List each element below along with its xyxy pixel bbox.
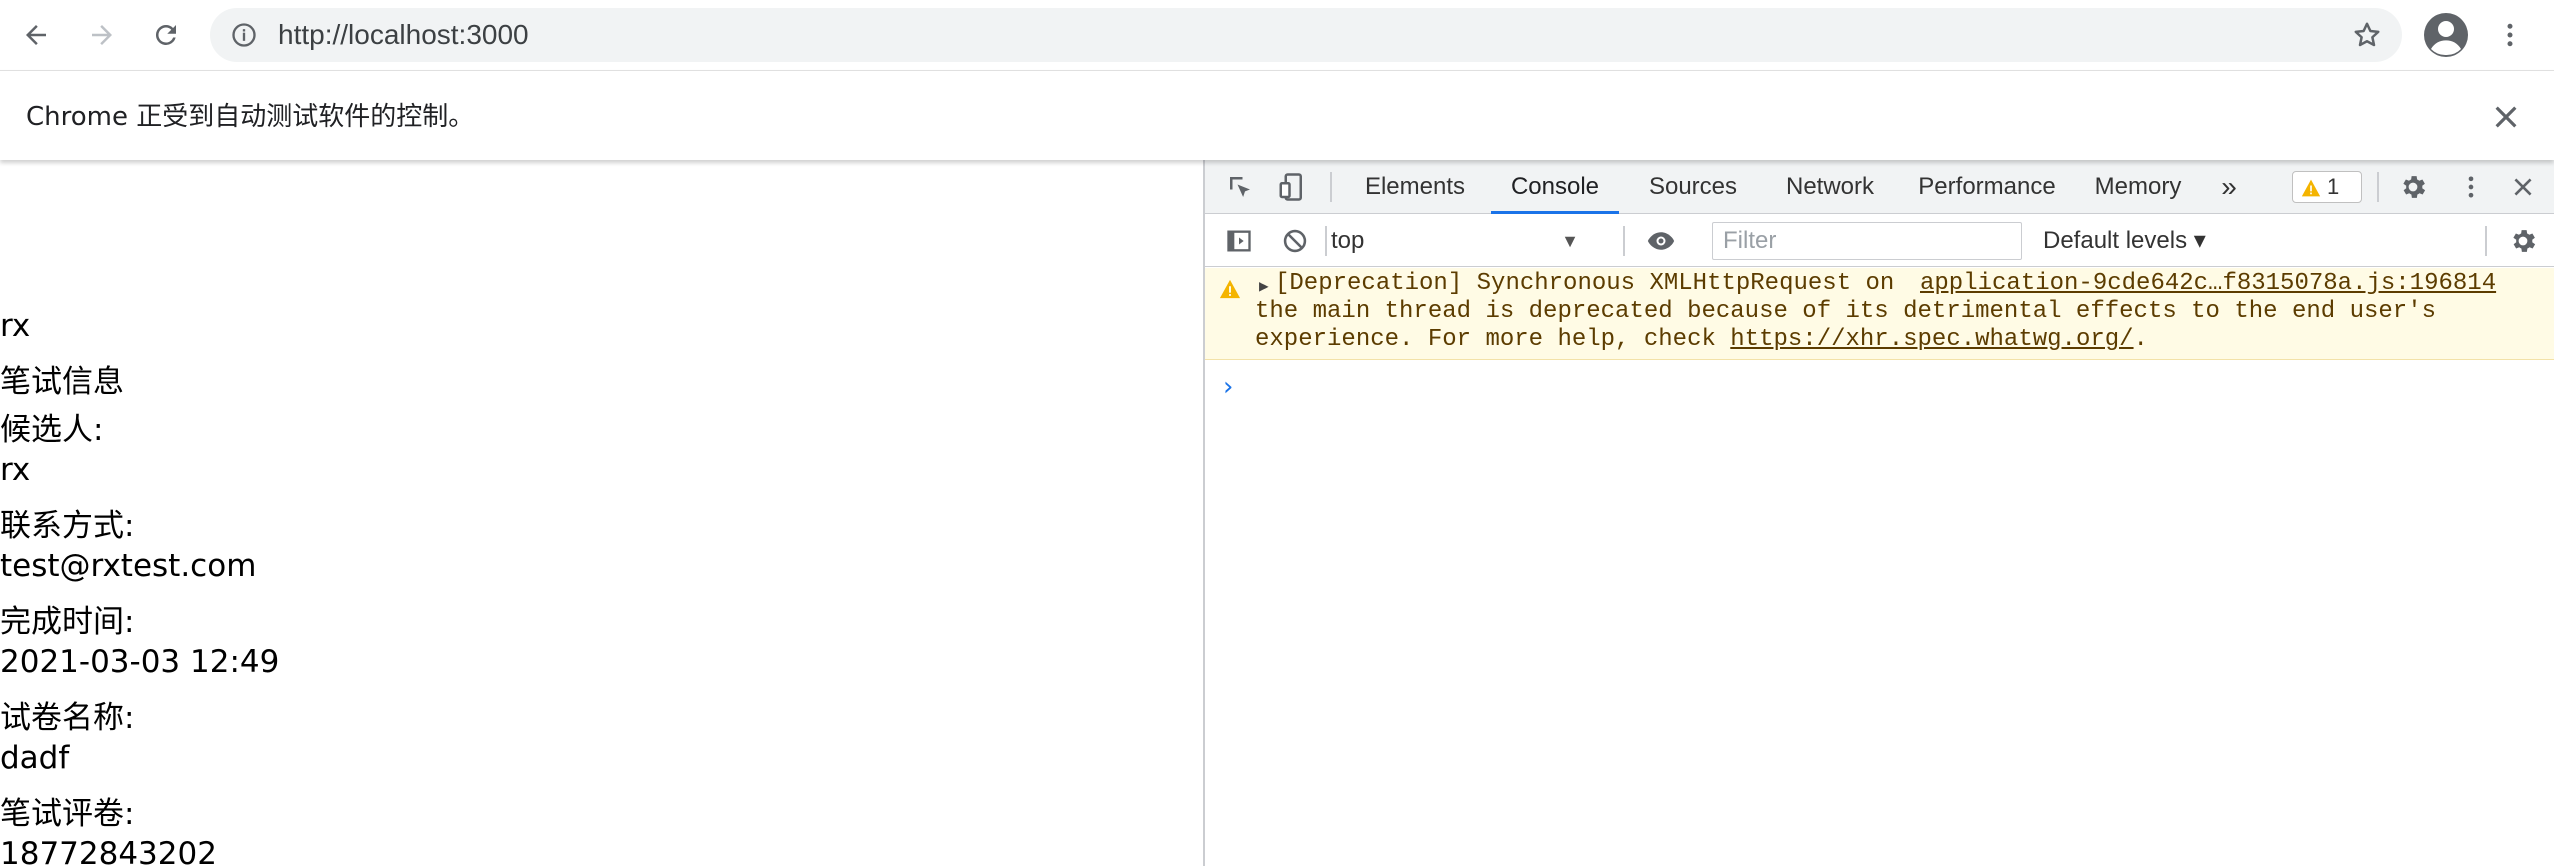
warning-count-badge[interactable]: 1	[2292, 171, 2362, 203]
live-expression-button[interactable]	[1641, 221, 1681, 261]
inspect-element-button[interactable]	[1220, 167, 1260, 207]
warning-source-link[interactable]: application-9cde642c…f8315078a.js:196814	[1920, 270, 2496, 298]
address-bar[interactable]	[210, 8, 2402, 62]
back-button[interactable]	[14, 13, 58, 57]
close-icon[interactable]	[2490, 101, 2522, 133]
device-mode-icon	[1279, 173, 1302, 201]
gear-icon	[2403, 176, 2426, 198]
tab-performance[interactable]: Performance	[1907, 160, 2067, 214]
more-tabs-button[interactable]: »	[2205, 160, 2253, 214]
gear-icon	[2513, 230, 2536, 252]
arrow-left-icon	[26, 25, 46, 45]
star-icon[interactable]	[2352, 20, 2382, 50]
tab-elements[interactable]: Elements	[1353, 160, 1477, 214]
candidate-name-heading: rx	[0, 308, 31, 344]
xhr-spec-link[interactable]: https://xhr.spec.whatwg.org/	[1730, 326, 2133, 353]
expand-triangle-icon[interactable]: ▶	[1259, 276, 1269, 296]
console-toolbar: top ▼ Default levels ▾	[1205, 215, 2554, 267]
console-warning-message: ▶ [Deprecation] Synchronous XMLHttpReque…	[1205, 268, 2554, 360]
close-icon	[2514, 178, 2532, 196]
show-sidebar-button[interactable]	[1219, 221, 1259, 261]
contact-label: 联系方式:	[0, 508, 135, 544]
url-input[interactable]	[278, 8, 2178, 62]
clear-console-button[interactable]	[1275, 221, 1315, 261]
warning-icon	[1219, 279, 1241, 299]
inspect-cursor-icon	[1230, 177, 1250, 197]
tab-sources[interactable]: Sources	[1633, 160, 1753, 214]
settings-button[interactable]	[2393, 167, 2433, 207]
automation-infobar: Chrome 正受到自动测试软件的控制。	[0, 70, 2554, 160]
chrome-menu-button[interactable]	[2488, 13, 2532, 57]
reload-button[interactable]	[144, 13, 188, 57]
toolbar-divider	[2377, 172, 2379, 202]
warning-line-1: [Deprecation] Synchronous XMLHttpRequest…	[1275, 270, 1895, 297]
profile-avatar-icon[interactable]	[2422, 11, 2470, 59]
paper-name-value: dadf	[0, 740, 70, 776]
eye-icon	[1647, 232, 1675, 250]
caret-down-icon: ▼	[1561, 231, 1579, 251]
grading-value: 18772843202	[0, 836, 217, 866]
warning-count: 1	[2327, 174, 2340, 199]
warning-line-3-suffix: .	[2133, 326, 2148, 353]
toolbar-divider	[1330, 172, 1332, 202]
toolbar-divider	[1623, 226, 1625, 256]
more-vert-icon	[2468, 176, 2474, 198]
device-toolbar-button[interactable]	[1272, 167, 1312, 207]
grading-label: 笔试评卷:	[0, 796, 135, 832]
context-value: top	[1331, 227, 1365, 254]
completion-time-label: 完成时间:	[0, 604, 135, 640]
warning-icon	[2301, 179, 2321, 197]
page-content: rx 笔试信息 候选人: rx 联系方式: test@rxtest.com 完成…	[0, 160, 1203, 866]
infobar-message: Chrome 正受到自动测试软件的控制。	[26, 102, 475, 132]
browser-toolbar	[0, 0, 2554, 70]
candidate-label: 候选人:	[0, 412, 104, 448]
tab-memory[interactable]: Memory	[2081, 160, 2195, 214]
block-icon	[1283, 229, 1307, 253]
contact-value: test@rxtest.com	[0, 548, 257, 584]
tab-console[interactable]: Console	[1491, 160, 1619, 214]
console-settings-button[interactable]	[2503, 221, 2543, 261]
console-prompt[interactable]: ›	[1223, 372, 1233, 402]
warning-line-3: experience. For more help, check https:/…	[1255, 326, 2148, 354]
paper-name-label: 试卷名称:	[0, 700, 135, 736]
toolbar-divider	[2485, 226, 2487, 256]
close-devtools-button[interactable]	[2503, 167, 2543, 207]
arrow-right-icon	[92, 25, 112, 45]
warning-line-3-prefix: experience. For more help, check	[1255, 326, 1731, 353]
devtools-panel: Elements Console Sources Network Perform…	[1203, 160, 2554, 866]
section-title: 笔试信息	[0, 364, 124, 400]
reload-icon	[155, 24, 176, 45]
customize-devtools-button[interactable]	[2451, 167, 2491, 207]
devtools-tabbar: Elements Console Sources Network Perform…	[1205, 160, 2554, 214]
warning-line-2: the main thread is deprecated because of…	[1255, 298, 2436, 325]
more-vert-icon	[2507, 23, 2513, 47]
candidate-value: rx	[0, 452, 31, 488]
info-icon[interactable]	[230, 21, 258, 49]
execution-context-select[interactable]: top ▼	[1315, 221, 1587, 261]
log-levels-dropdown[interactable]: Default levels ▾	[2031, 221, 2218, 261]
completion-time-value: 2021-03-03 12:49	[0, 644, 280, 680]
forward-button[interactable]	[80, 13, 124, 57]
console-filter-input[interactable]	[1712, 222, 2022, 260]
sidebar-toggle-icon	[1227, 230, 1251, 252]
tab-network[interactable]: Network	[1767, 160, 1893, 214]
